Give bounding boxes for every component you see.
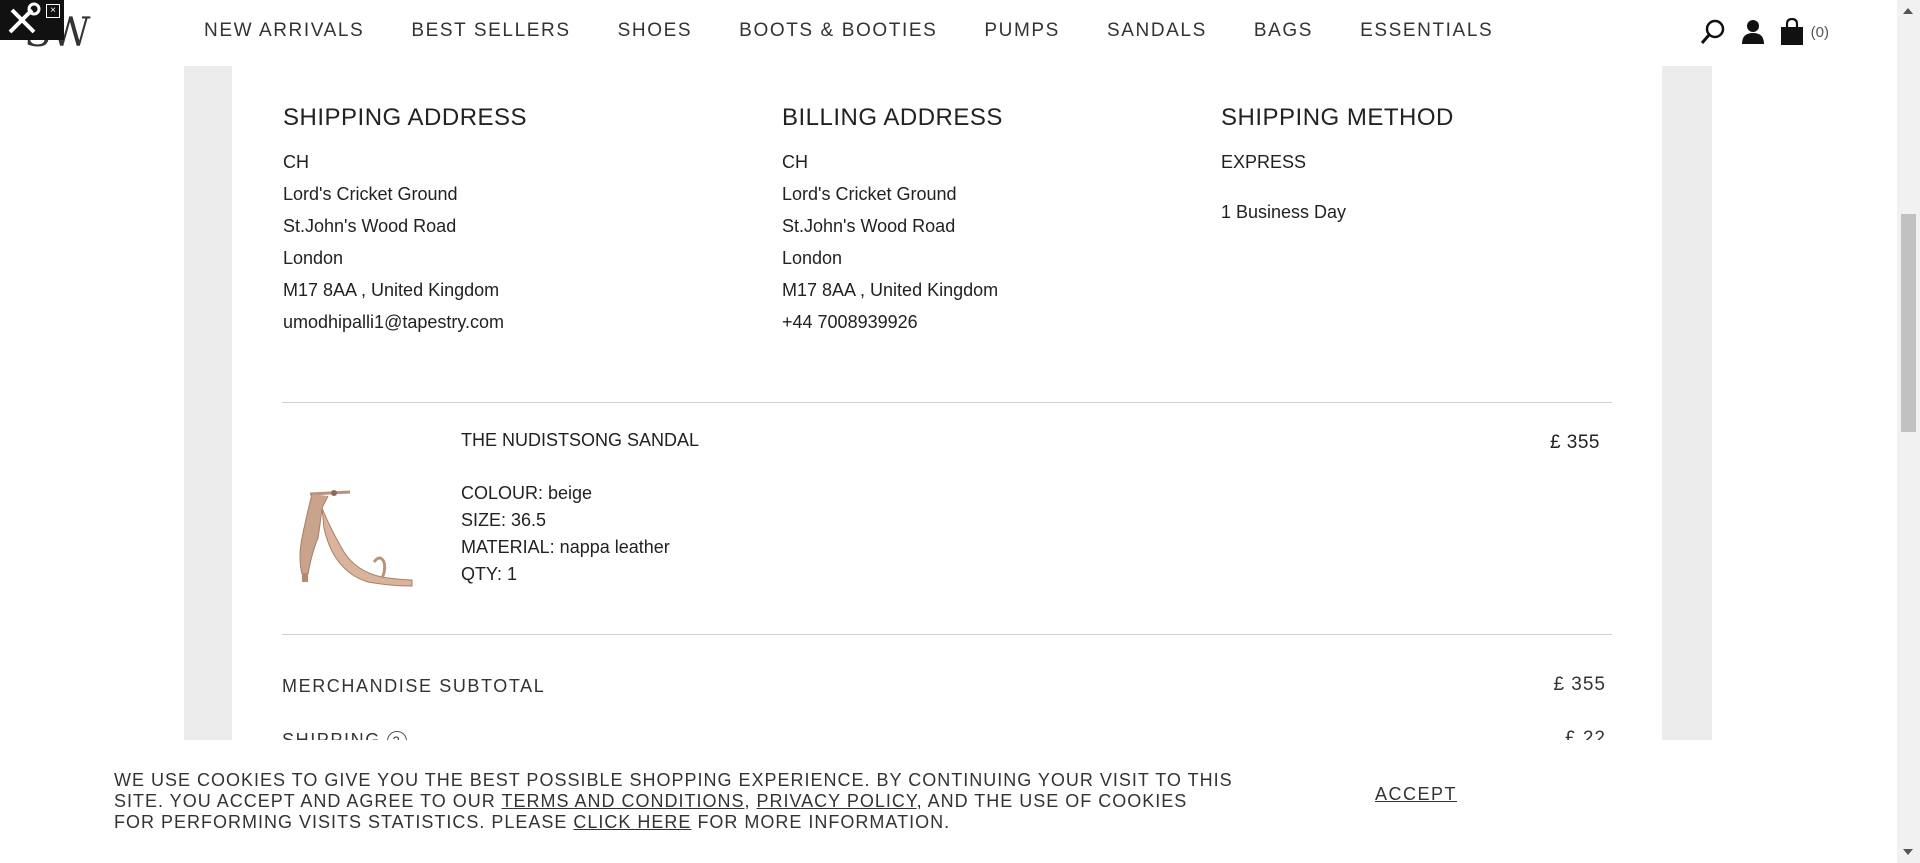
cart-count: (0)	[1810, 23, 1829, 41]
nav-pumps[interactable]: PUMPS	[984, 20, 1060, 42]
billing-phone: +44 7008939926	[782, 312, 918, 332]
page-scrollbar[interactable]	[1897, 0, 1920, 863]
nav-new-arrivals[interactable]: NEW ARRIVALS	[204, 20, 364, 42]
cart-button[interactable]: (0)	[1779, 18, 1829, 46]
product-qty: QTY: 1	[461, 564, 518, 584]
subtotal-value: £ 355	[1553, 674, 1606, 695]
shipping-method-title: SHIPPING METHOD	[1221, 104, 1454, 131]
section-divider	[282, 402, 1612, 403]
shipping-method-name: EXPRESS	[1221, 152, 1307, 172]
billing-name: CH	[782, 152, 808, 172]
billing-city: London	[782, 248, 843, 268]
nav-sandals[interactable]: SANDALS	[1107, 20, 1207, 42]
nav-boots-booties[interactable]: BOOTS & BOOTIES	[739, 20, 937, 42]
nav-best-sellers[interactable]: BEST SELLERS	[411, 20, 570, 42]
tools-icon	[8, 2, 41, 34]
shipping-line-1: Lord's Cricket Ground	[283, 184, 458, 204]
panel-side-right	[1662, 66, 1712, 740]
scroll-down-arrow-icon[interactable]	[1903, 849, 1913, 855]
account-icon[interactable]	[1741, 19, 1765, 45]
shipping-method-section: SHIPPING METHOD EXPRESS 1 Business Day	[1221, 104, 1454, 228]
product-attributes: COLOUR: beige SIZE: 36.5 MATERIAL: nappa…	[461, 480, 670, 588]
close-icon[interactable]: ×	[46, 4, 60, 18]
summary-divider	[282, 634, 1612, 635]
billing-line-2: St.John's Wood Road	[782, 216, 956, 236]
accept-cookies-button[interactable]: ACCEPT	[1375, 784, 1457, 805]
site-header: × SW NEW ARRIVALS BEST SELLERS SHOES BOO…	[0, 0, 1897, 66]
order-review-panel: SHIPPING ADDRESS CH Lord's Cricket Groun…	[232, 66, 1662, 752]
search-icon[interactable]	[1699, 18, 1727, 46]
billing-address-section: BILLING ADDRESS CH Lord's Cricket Ground…	[782, 104, 1003, 338]
shipping-line-2: St.John's Wood Road	[283, 216, 457, 236]
nav-shoes[interactable]: SHOES	[618, 20, 693, 42]
nav-essentials[interactable]: ESSENTIALS	[1360, 20, 1493, 42]
nav-bags[interactable]: BAGS	[1254, 20, 1313, 42]
product-price: £ 355	[1549, 432, 1600, 453]
billing-line-1: Lord's Cricket Ground	[782, 184, 957, 204]
click-here-link[interactable]: CLICK HERE	[573, 812, 691, 832]
panel-side-left	[184, 66, 232, 740]
billing-address-title: BILLING ADDRESS	[782, 104, 1003, 131]
shipping-postcode-country: M17 8AA , United Kingdom	[283, 280, 500, 300]
terms-link[interactable]: TERMS AND CONDITIONS	[501, 791, 744, 811]
shipping-address-title: SHIPPING ADDRESS	[283, 104, 528, 131]
cookie-banner: WE USE COOKIES TO GIVE YOU THE BEST POSS…	[0, 740, 1897, 863]
header-icons: (0)	[1699, 18, 1829, 46]
shipping-city: London	[283, 248, 344, 268]
cookie-message: WE USE COOKIES TO GIVE YOU THE BEST POSS…	[114, 770, 1234, 833]
cart-bag-icon	[1780, 18, 1803, 45]
shipping-name: CH	[283, 152, 309, 172]
product-image[interactable]	[288, 478, 424, 658]
product-size: SIZE: 36.5	[461, 510, 547, 530]
subtotal-label: MERCHANDISE SUBTOTAL	[282, 676, 546, 696]
billing-postcode-country: M17 8AA , United Kingdom	[782, 280, 999, 300]
scroll-up-arrow-icon[interactable]	[1903, 8, 1913, 14]
shipping-email: umodhipalli1@tapestry.com	[283, 312, 505, 332]
privacy-link[interactable]: PRIVACY POLICY	[756, 791, 916, 811]
devtools-badge[interactable]: ×	[0, 0, 64, 40]
shipping-address-section: SHIPPING ADDRESS CH Lord's Cricket Groun…	[283, 104, 527, 338]
scroll-thumb[interactable]	[1901, 214, 1916, 432]
shipping-method-eta: 1 Business Day	[1221, 202, 1347, 222]
cookie-text-part-3: FOR MORE INFORMATION.	[691, 812, 951, 832]
main-nav: NEW ARRIVALS BEST SELLERS SHOES BOOTS & …	[204, 20, 1540, 42]
cookie-separator: ,	[744, 791, 757, 811]
product-name[interactable]: THE NUDISTSONG SANDAL	[461, 430, 699, 451]
product-material: MATERIAL: nappa leather	[461, 537, 670, 557]
product-colour: COLOUR: beige	[461, 483, 593, 503]
